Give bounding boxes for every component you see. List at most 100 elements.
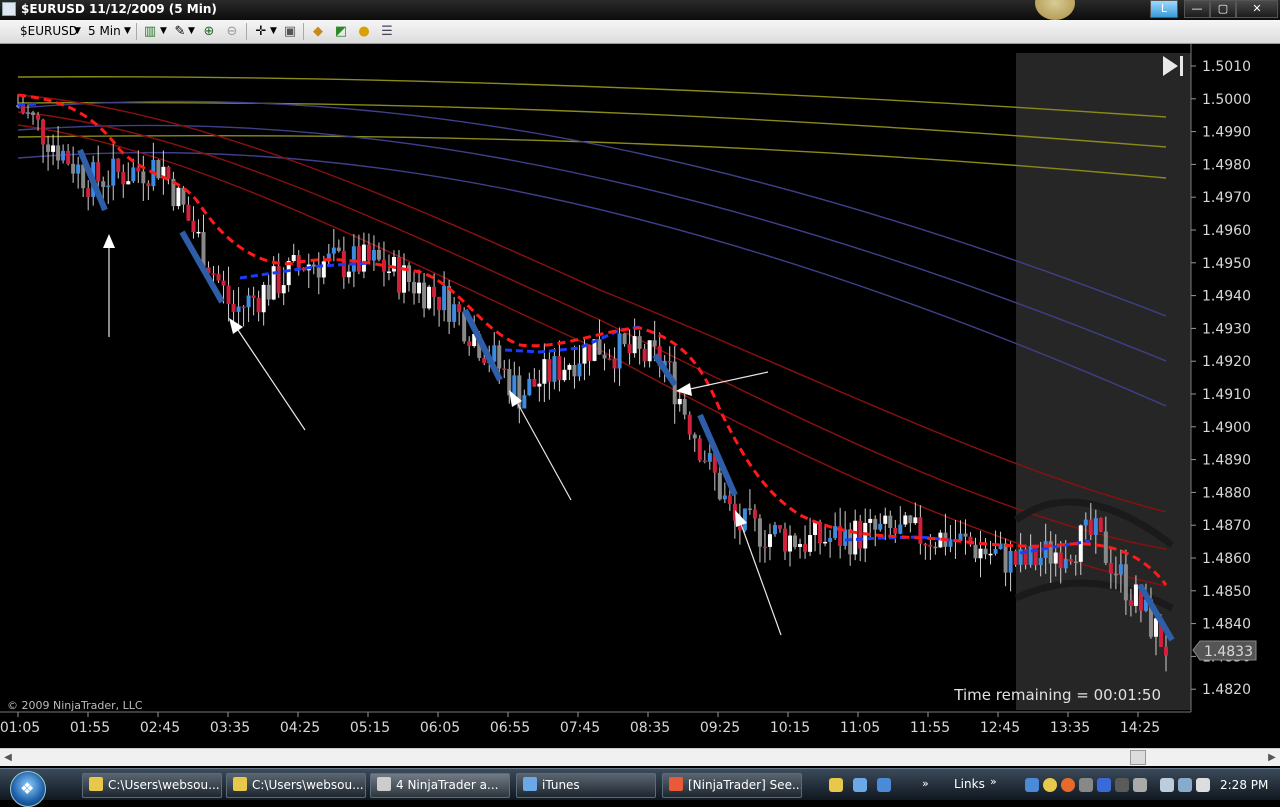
close-button[interactable]: ✕ xyxy=(1236,0,1278,18)
candle-body xyxy=(457,304,462,313)
price-tick-label: 1.4960 xyxy=(1202,223,1251,239)
time-tick-label: 14:25 xyxy=(1120,720,1160,736)
tray-display-icon[interactable] xyxy=(853,778,867,792)
taskbar-button[interactable]: 4 NinjaTrader a... xyxy=(370,773,510,798)
task-label: [NinjaTrader] See... xyxy=(688,778,802,792)
candle-body xyxy=(1118,564,1123,575)
candle-body xyxy=(813,521,818,536)
zoom-out-icon[interactable]: ⊖ xyxy=(224,24,240,40)
price-tick-label: 1.4980 xyxy=(1202,157,1251,173)
candle-body xyxy=(532,378,537,387)
maximize-button[interactable]: ▢ xyxy=(1210,0,1236,18)
tray-network-status-icon[interactable] xyxy=(1178,778,1192,792)
minimize-button[interactable]: — xyxy=(1184,0,1210,18)
candle-body xyxy=(692,434,697,439)
candle-body xyxy=(482,357,487,364)
links-chevron-icon[interactable]: » xyxy=(990,775,997,788)
candle-body xyxy=(1038,557,1043,566)
chart-style-chevron-down-icon[interactable]: ▼ xyxy=(160,23,167,40)
price-tick-label: 1.4970 xyxy=(1202,190,1251,206)
candle-body xyxy=(1164,646,1168,656)
tray-messenger-icon[interactable] xyxy=(1043,778,1057,792)
task-label: C:\Users\websou... xyxy=(252,778,364,792)
candle-body xyxy=(417,282,422,294)
candlestick-chart-icon[interactable]: ▥ xyxy=(142,24,158,40)
task-app-icon xyxy=(89,777,103,791)
bluetooth-icon[interactable] xyxy=(1097,778,1111,792)
zoom-in-icon[interactable]: ⊕ xyxy=(201,24,217,40)
time-tick-label: 04:25 xyxy=(280,720,320,736)
candle-body xyxy=(808,535,813,552)
price-tick-label: 1.4930 xyxy=(1202,321,1251,337)
start-button[interactable]: ❖ xyxy=(10,771,46,807)
candle-body xyxy=(251,295,256,298)
tray-drive-icon[interactable] xyxy=(1079,778,1093,792)
candle-body xyxy=(61,150,66,161)
candle-body xyxy=(141,171,146,184)
candle-body xyxy=(346,271,351,278)
candle-body xyxy=(196,231,201,234)
volume-icon[interactable] xyxy=(1196,778,1210,792)
indicators-icon[interactable]: ◆ xyxy=(310,24,326,40)
scroll-right-icon[interactable]: ▶ xyxy=(1264,750,1280,766)
candle-body xyxy=(1098,518,1103,532)
scrollbar-thumb[interactable] xyxy=(1130,750,1146,765)
candle-body xyxy=(562,369,567,381)
candle-body xyxy=(31,112,36,115)
time-tick-label: 11:55 xyxy=(910,720,950,736)
candle-body xyxy=(858,520,863,549)
crosshair-chevron-down-icon[interactable]: ▼ xyxy=(270,23,277,40)
strategies-icon[interactable]: ◩ xyxy=(333,24,349,40)
price-chart[interactable]: 1.5010 1.5000 1.4990 1.4980 1.4970 1.4960 1.49… xyxy=(0,44,1280,748)
candle-body xyxy=(351,246,356,272)
candle-body xyxy=(542,359,547,384)
instrument-chevron-down-icon[interactable]: ▼ xyxy=(74,23,81,40)
crosshair-icon[interactable]: ✛ xyxy=(253,24,269,40)
candle-body xyxy=(226,285,231,304)
tray-app-icon[interactable] xyxy=(829,778,843,792)
tray-window-icon[interactable] xyxy=(877,778,891,792)
candle-body xyxy=(988,553,993,556)
system-clock[interactable]: 2:28 PM xyxy=(1220,778,1268,792)
tray-power-icon[interactable] xyxy=(1160,778,1174,792)
instrument-selector[interactable]: $EURUSD xyxy=(20,23,78,40)
tray-device-icon[interactable] xyxy=(1115,778,1129,792)
links-toolbar[interactable]: Links xyxy=(954,777,985,791)
draw-tool-chevron-down-icon[interactable]: ▼ xyxy=(188,23,195,40)
taskbar-button[interactable]: C:\Users\websou... xyxy=(226,773,366,798)
draw-tool-icon[interactable]: ✎ xyxy=(172,24,188,40)
taskbar-button[interactable]: iTunes xyxy=(516,773,656,798)
properties-icon[interactable]: ☰ xyxy=(379,24,395,40)
tray-misc-icon[interactable] xyxy=(1133,778,1147,792)
scroll-left-icon[interactable]: ◀ xyxy=(0,750,16,766)
candle-body xyxy=(116,158,121,173)
candle-body xyxy=(336,247,341,251)
candle-body xyxy=(136,167,141,172)
interval-chevron-down-icon[interactable]: ▼ xyxy=(124,23,131,40)
taskbar-button[interactable]: C:\Users\websou... xyxy=(82,773,222,798)
quick-launch-chevron-icon[interactable]: » xyxy=(922,777,929,790)
candle-body xyxy=(356,246,361,272)
interval-selector[interactable]: 5 Min xyxy=(88,23,121,40)
task-label: iTunes xyxy=(542,778,580,792)
tray-security-icon[interactable] xyxy=(1061,778,1075,792)
price-tick-label: 1.5010 xyxy=(1202,59,1251,75)
candle-body xyxy=(46,144,51,152)
candle-body xyxy=(36,114,41,120)
task-label: 4 NinjaTrader a... xyxy=(396,778,499,792)
candle-body xyxy=(26,112,31,114)
candle-body xyxy=(607,358,612,360)
taskbar-button[interactable]: [NinjaTrader] See... xyxy=(662,773,802,798)
candle-body xyxy=(437,296,442,311)
currency-icon[interactable]: ● xyxy=(356,24,372,40)
candle-body xyxy=(1133,584,1138,606)
candle-body xyxy=(893,527,898,534)
last-price-label: 1.4833 xyxy=(1204,644,1253,660)
candle-body xyxy=(427,286,432,309)
tray-network-icon[interactable] xyxy=(1025,778,1039,792)
candle-body xyxy=(467,341,472,347)
data-box-icon[interactable]: ▣ xyxy=(282,24,298,40)
chart-scrollbar[interactable]: ◀ ▶ xyxy=(0,748,1280,766)
instrument-link-button[interactable]: L xyxy=(1150,0,1178,18)
candle-body xyxy=(371,249,376,261)
